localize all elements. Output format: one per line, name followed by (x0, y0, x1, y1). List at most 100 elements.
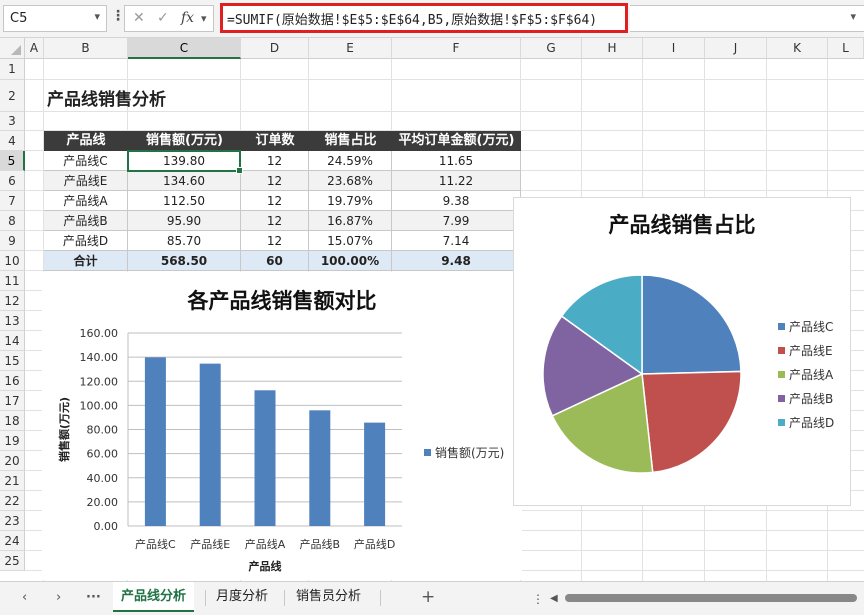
table-cell[interactable]: 23.68% (309, 171, 392, 191)
column-header-a[interactable]: A (25, 38, 44, 59)
chevron-down-icon[interactable]: ▾ (201, 12, 207, 25)
column-header-d[interactable]: D (241, 38, 309, 59)
column-header-k[interactable]: K (767, 38, 828, 59)
y-tick-label: 120.00 (80, 375, 119, 388)
table-cell[interactable]: 产品线D (44, 231, 128, 251)
row-header-24[interactable]: 24 (0, 531, 25, 551)
row-header-12[interactable]: 12 (0, 291, 25, 311)
more-options-icon[interactable]: ⋮ (532, 592, 544, 606)
table-cell[interactable]: 95.90 (128, 211, 241, 231)
row-header-21[interactable]: 21 (0, 471, 25, 491)
table-cell[interactable]: 134.60 (128, 171, 241, 191)
scroll-left-icon[interactable]: ◀ (550, 593, 558, 604)
table-header-cell[interactable]: 产品线 (44, 131, 128, 151)
name-box[interactable]: C5 ▾ (3, 5, 107, 32)
row-header-22[interactable]: 22 (0, 491, 25, 511)
tab-monthly-analysis[interactable]: 月度分析 (208, 582, 276, 612)
table-cell[interactable]: 12 (241, 191, 309, 211)
formula-input[interactable]: =SUMIF(原始数据!$E$5:$E$64,B5,原始数据!$F$5:$F$6… (220, 3, 628, 33)
row-header-10[interactable]: 10 (0, 251, 25, 271)
column-header-g[interactable]: G (521, 38, 582, 59)
y-tick-label: 140.00 (80, 351, 119, 364)
row-header-9[interactable]: 9 (0, 231, 25, 251)
row-header-1[interactable]: 1 (0, 59, 25, 80)
table-cell[interactable]: 9.38 (392, 191, 521, 211)
table-cell[interactable]: 12 (241, 151, 309, 171)
row-header-11[interactable]: 11 (0, 271, 25, 291)
fx-icon[interactable]: fx (181, 10, 194, 26)
table-cell[interactable]: 15.07% (309, 231, 392, 251)
column-header-b[interactable]: B (44, 38, 128, 59)
row-header-4[interactable]: 4 (0, 131, 25, 151)
table-cell[interactable]: 11.22 (392, 171, 521, 191)
table-header-cell[interactable]: 订单数 (241, 131, 309, 151)
table-cell[interactable]: 11.65 (392, 151, 521, 171)
column-header-j[interactable]: J (705, 38, 767, 59)
row-header-25[interactable]: 25 (0, 551, 25, 571)
column-header-h[interactable]: H (582, 38, 643, 59)
table-cell[interactable]: 16.87% (309, 211, 392, 231)
close-icon[interactable]: ✕ (133, 10, 145, 26)
row-header-20[interactable]: 20 (0, 451, 25, 471)
table-cell[interactable]: 产品线C (44, 151, 128, 171)
chevron-down-icon[interactable]: ▾ (850, 10, 856, 23)
table-cell[interactable]: 19.79% (309, 191, 392, 211)
table-total-cell[interactable]: 9.48 (392, 251, 521, 271)
table-total-cell[interactable]: 60 (241, 251, 309, 271)
table-total-cell[interactable]: 合计 (44, 251, 128, 271)
row-header-3[interactable]: 3 (0, 112, 25, 131)
column-header-l[interactable]: L (828, 38, 864, 59)
active-cell-selection[interactable] (127, 150, 243, 174)
row-header-23[interactable]: 23 (0, 511, 25, 531)
table-cell[interactable]: 产品线B (44, 211, 128, 231)
row-header-5[interactable]: 5 (0, 151, 25, 171)
more-options-icon[interactable]: ⋮ (111, 8, 125, 24)
table-cell[interactable]: 7.14 (392, 231, 521, 251)
column-header-f[interactable]: F (392, 38, 521, 59)
table-cell[interactable]: 产品线A (44, 191, 128, 211)
table-cell[interactable]: 24.59% (309, 151, 392, 171)
row-header-14[interactable]: 14 (0, 331, 25, 351)
chevron-down-icon[interactable]: ▾ (94, 10, 100, 23)
column-header-i[interactable]: I (643, 38, 705, 59)
select-all-corner[interactable] (0, 38, 25, 59)
table-total-cell[interactable]: 568.50 (128, 251, 241, 271)
row-header-8[interactable]: 8 (0, 211, 25, 231)
pie-chart[interactable]: 产品线销售占比 产品线C 产品线E 产品线A 产品线B 产品线D (513, 197, 851, 506)
formula-input-extension[interactable]: ▾ (630, 5, 864, 32)
table-cell[interactable]: 112.50 (128, 191, 241, 211)
row-header-17[interactable]: 17 (0, 391, 25, 411)
row-header-18[interactable]: 18 (0, 411, 25, 431)
table-header-cell[interactable]: 平均订单金额(万元) (392, 131, 521, 151)
table-cell[interactable]: 12 (241, 211, 309, 231)
row-header-2[interactable]: 2 (0, 80, 25, 112)
row-header-16[interactable]: 16 (0, 371, 25, 391)
table-cell[interactable]: 85.70 (128, 231, 241, 251)
column-header-c[interactable]: C (128, 38, 241, 59)
y-axis-label: 销售额(万元) (57, 397, 71, 462)
tab-product-line-analysis[interactable]: 产品线分析 (113, 582, 195, 612)
check-icon[interactable]: ✓ (157, 10, 169, 26)
bar-chart[interactable]: 各产品线销售额对比 0.00 20.00 40.00 60.00 80.00 100.00 1… (42, 272, 522, 580)
table-header-cell[interactable]: 销售占比 (309, 131, 392, 151)
table-cell[interactable]: 产品线E (44, 171, 128, 191)
row-header-6[interactable]: 6 (0, 171, 25, 191)
table-cell[interactable]: 7.99 (392, 211, 521, 231)
table-cell[interactable]: 12 (241, 231, 309, 251)
tab-salesperson-analysis[interactable]: 销售员分析 (288, 582, 369, 612)
table-header-cell[interactable]: 销售额(万元) (128, 131, 241, 151)
more-sheets-button[interactable]: ··· (86, 590, 101, 605)
chevron-right-icon[interactable]: › (56, 590, 61, 605)
horizontal-scrollbar[interactable] (565, 594, 857, 602)
sheet-title[interactable]: 产品线销售分析 (47, 85, 166, 110)
table-cell[interactable]: 12 (241, 171, 309, 191)
column-header-e[interactable]: E (309, 38, 392, 59)
row-header-19[interactable]: 19 (0, 431, 25, 451)
chevron-left-icon[interactable]: ‹ (22, 590, 27, 605)
row-header-15[interactable]: 15 (0, 351, 25, 371)
row-header-7[interactable]: 7 (0, 191, 25, 211)
add-sheet-button[interactable]: + (421, 587, 435, 607)
row-header-13[interactable]: 13 (0, 311, 25, 331)
table-total-cell[interactable]: 100.00% (309, 251, 392, 271)
x-axis-label: 产品线 (249, 559, 282, 573)
